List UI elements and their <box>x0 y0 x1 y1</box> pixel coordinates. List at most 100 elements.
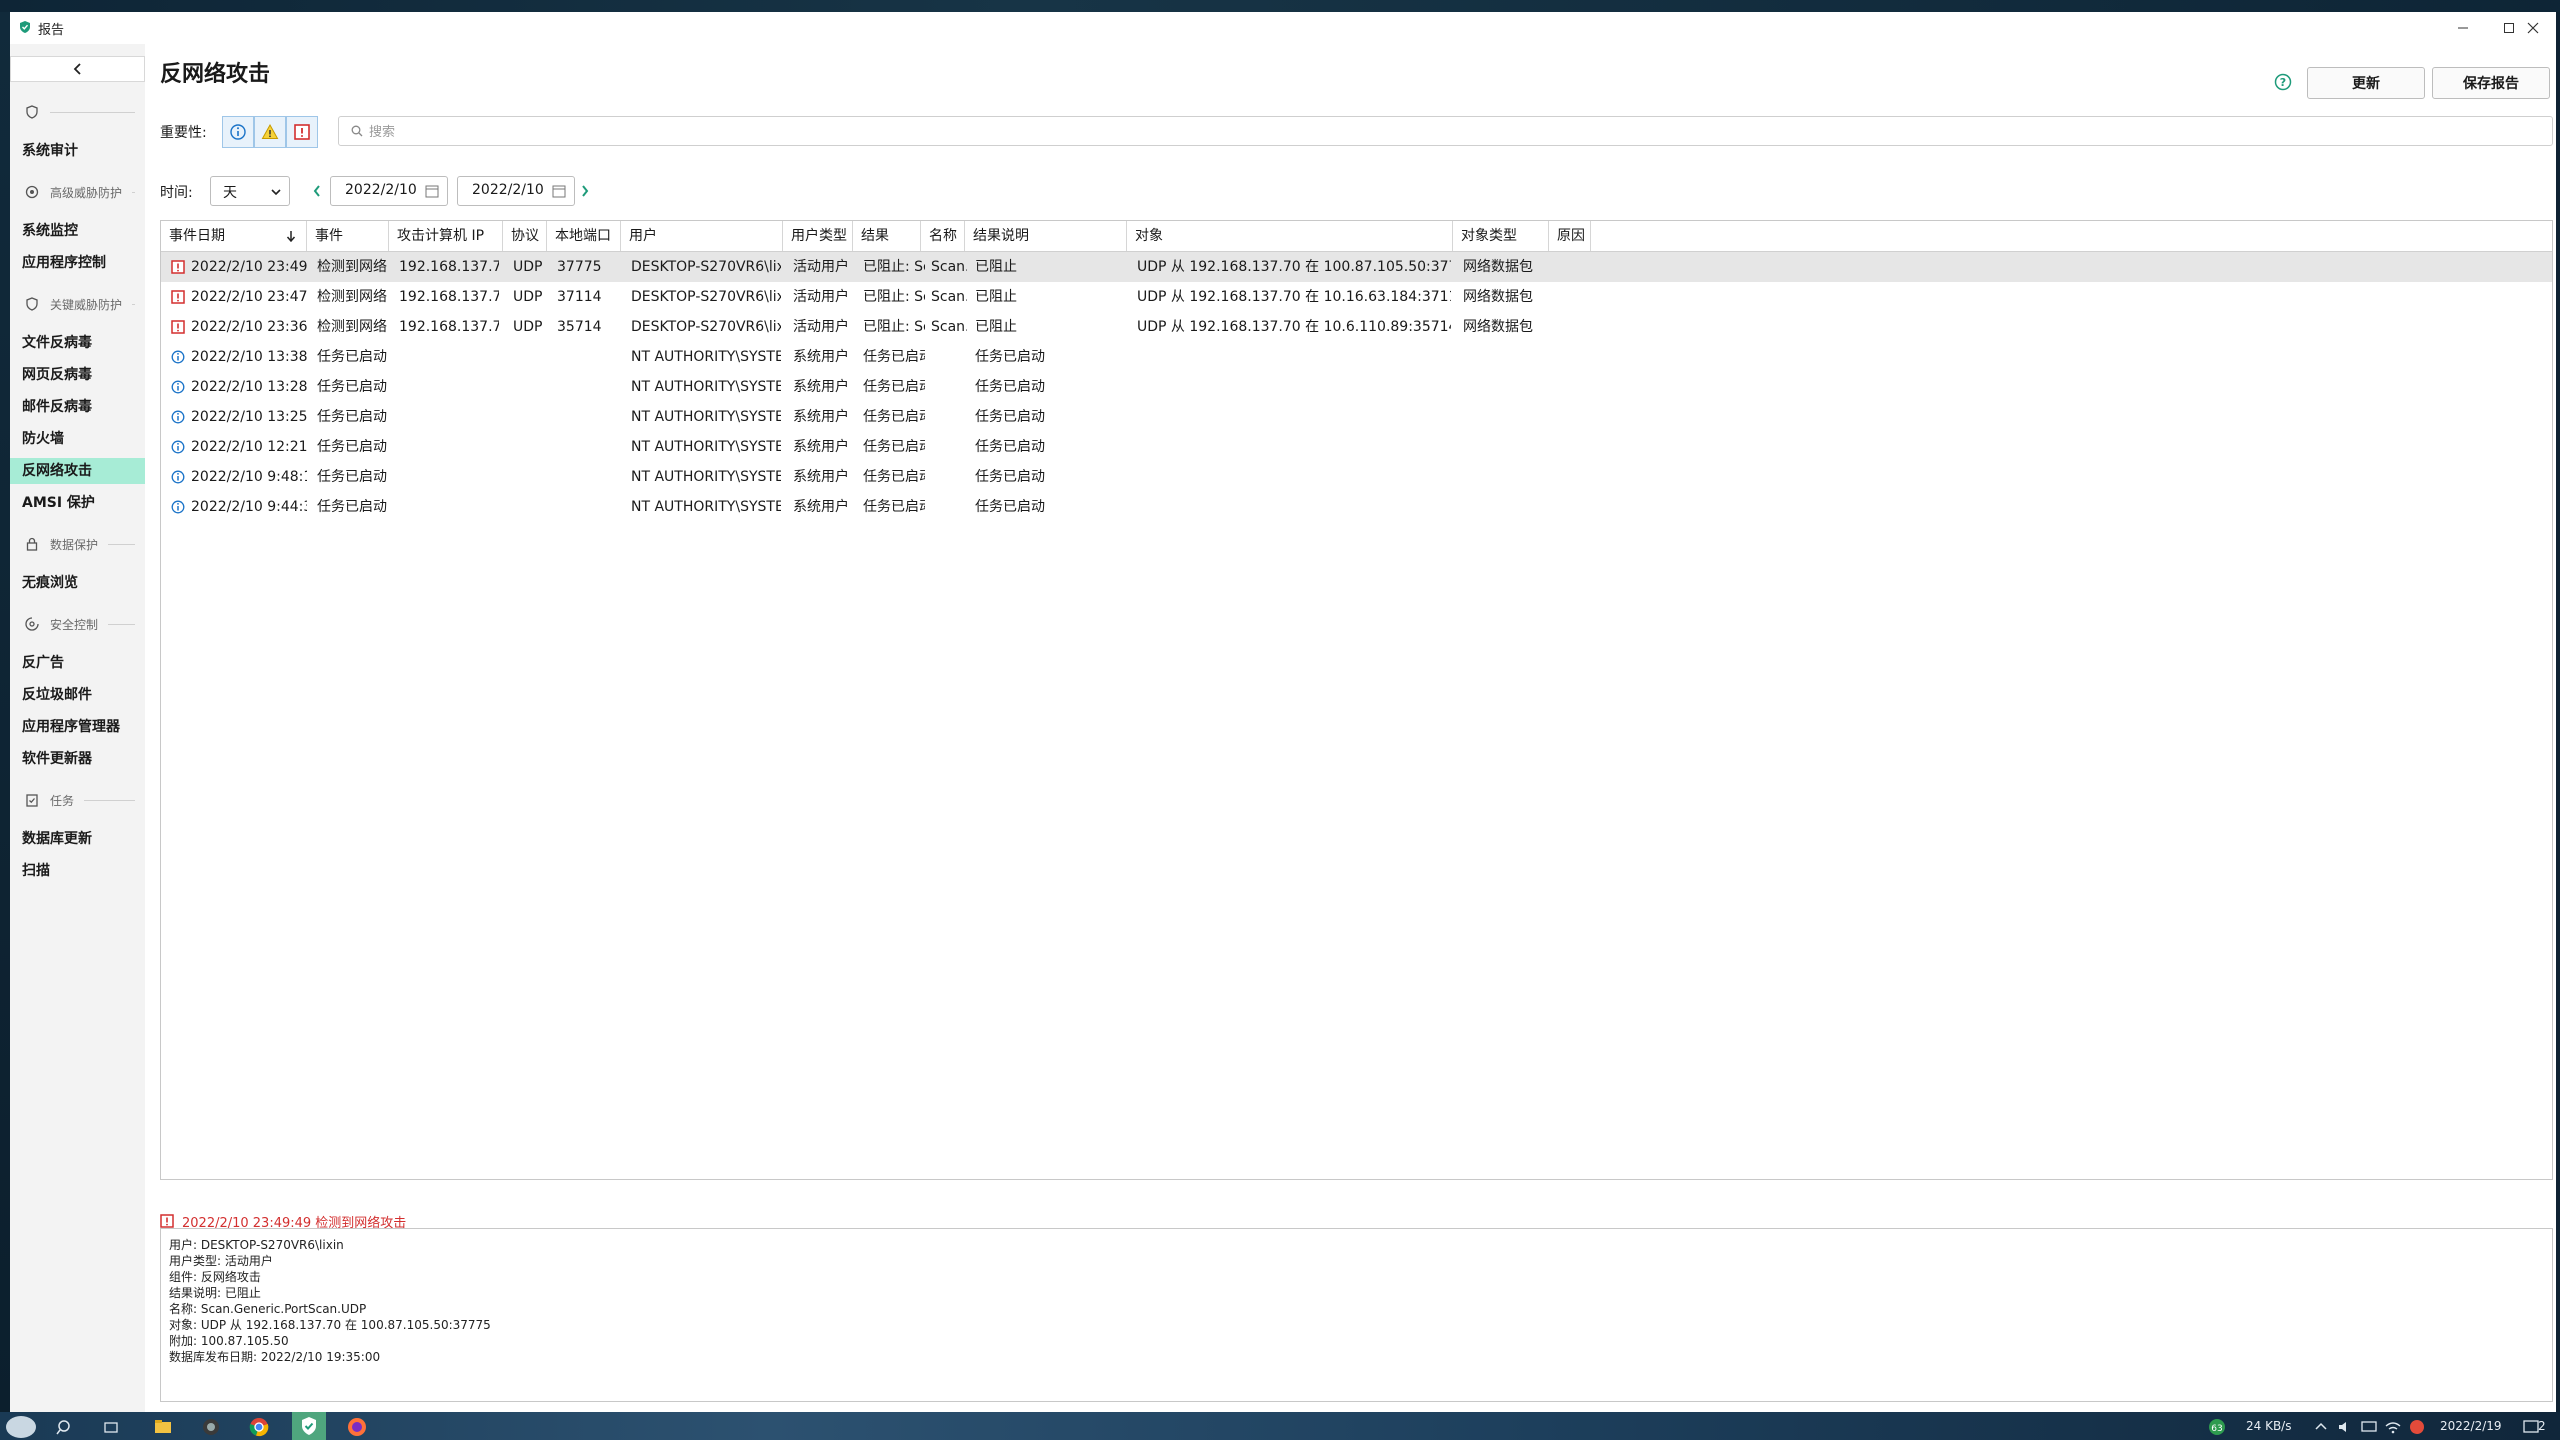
sidebar-item-file-antivirus[interactable]: 文件反病毒 <box>10 330 145 356</box>
column-header-local-port[interactable]: 本地端口 <box>547 221 621 251</box>
cell-reason <box>1559 282 1595 312</box>
chevron-up-icon[interactable] <box>2310 1416 2332 1438</box>
column-header-name[interactable]: 名称 <box>921 221 965 251</box>
close-button[interactable] <box>2510 12 2556 44</box>
sidebar-item-system-monitor[interactable]: 系统监控 <box>10 218 145 244</box>
cell-date: 2022/2/10 13:28:5 <box>191 379 307 395</box>
critical-icon <box>171 320 185 334</box>
sidebar-item-mail-antivirus[interactable]: 邮件反病毒 <box>10 394 145 420</box>
table-row[interactable]: 2022/2/10 23:36:5 检测到网络 192.168.137.70 UDP 3… <box>161 312 2552 342</box>
cell-object: UDP 从 192.168.137.70 在 10.16.63.184:3711… <box>1137 289 1451 305</box>
severity-critical-toggle[interactable] <box>286 116 318 148</box>
cell-date: 2022/2/10 23:47:3 <box>191 289 307 305</box>
column-header-result-description[interactable]: 结果说明 <box>965 221 1127 251</box>
sidebar-collapse-button[interactable] <box>10 56 145 82</box>
input-method-icon[interactable] <box>2406 1416 2428 1438</box>
date-to-picker[interactable]: 2022/2/10 <box>457 176 575 206</box>
table-row[interactable]: 2022/2/10 9:44:32 任务已启动 NT AUTHORITY\SYSTE… <box>161 492 2552 522</box>
date-from-picker[interactable]: 2022/2/10 <box>330 176 448 206</box>
column-header-user-type[interactable]: 用户类型 <box>783 221 853 251</box>
time-label: 时间: <box>160 185 193 201</box>
column-header-result[interactable]: 结果 <box>853 221 921 251</box>
minimize-button[interactable] <box>2440 12 2486 44</box>
cell-protocol: UDP <box>513 319 543 335</box>
volume-icon[interactable] <box>2334 1416 2356 1438</box>
column-header-object-type[interactable]: 对象类型 <box>1453 221 1549 251</box>
task-icon <box>26 794 38 807</box>
cell-result-description: 已阻止 <box>975 259 1017 275</box>
column-header-event[interactable]: 事件 <box>307 221 389 251</box>
sidebar-item-private-browsing[interactable]: 无痕浏览 <box>10 570 145 596</box>
column-header-date[interactable]: 事件日期 <box>161 221 307 251</box>
table-row[interactable]: 2022/2/10 12:21:4 任务已启动 NT AUTHORITY\SYSTE… <box>161 432 2552 462</box>
column-header-protocol[interactable]: 协议 <box>503 221 547 251</box>
task-view-icon[interactable] <box>100 1416 122 1438</box>
cell-attacker-ip <box>399 462 499 492</box>
network-monitor-icon[interactable]: 63 <box>2206 1416 2228 1438</box>
cell-user-type: 活动用户 <box>793 259 849 275</box>
save-report-button[interactable]: 保存报告 <box>2432 67 2550 99</box>
sidebar-item-network-attack-blocker[interactable]: 反网络攻击 <box>10 458 145 484</box>
table-row[interactable]: 2022/2/10 9:48:14 任务已启动 NT AUTHORITY\SYSTE… <box>161 462 2552 492</box>
cell-name <box>931 372 967 402</box>
sidebar-item-software-updater[interactable]: 软件更新器 <box>10 746 145 772</box>
column-header-object[interactable]: 对象 <box>1127 221 1453 251</box>
sidebar-item-app-control[interactable]: 应用程序控制 <box>10 250 145 276</box>
sidebar-item-system-audit[interactable]: 系统审计 <box>10 138 145 164</box>
cell-object-type: 网络数据包 <box>1463 289 1533 305</box>
severity-warning-toggle[interactable] <box>254 116 286 148</box>
sidebar-item-amsi[interactable]: AMSI 保护 <box>10 490 145 516</box>
table-row[interactable]: 2022/2/10 13:38:2 任务已启动 NT AUTHORITY\SYSTE… <box>161 342 2552 372</box>
cell-name <box>931 402 967 432</box>
sidebar-item-database-update[interactable]: 数据库更新 <box>10 826 145 852</box>
period-select[interactable]: 天 <box>210 176 290 206</box>
severity-info-toggle[interactable] <box>222 116 254 148</box>
sidebar-item-firewall[interactable]: 防火墙 <box>10 426 145 452</box>
cell-protocol <box>513 432 549 462</box>
sidebar-item-web-antivirus[interactable]: 网页反病毒 <box>10 362 145 388</box>
detail-line: 结果说明: 已阻止 <box>169 1286 261 1300</box>
next-period-arrow[interactable] <box>580 184 590 198</box>
column-header-attacker-ip[interactable]: 攻击计算机 IP <box>389 221 503 251</box>
column-header-user[interactable]: 用户 <box>621 221 783 251</box>
start-avatar-icon[interactable] <box>6 1416 36 1438</box>
wifi-icon[interactable] <box>2382 1416 2404 1438</box>
detail-line: 数据库发布日期: 2022/2/10 19:35:00 <box>169 1350 381 1364</box>
sidebar-item-app-manager[interactable]: 应用程序管理器 <box>10 714 145 740</box>
chrome-icon[interactable] <box>248 1416 270 1438</box>
cell-event: 任务已启动 <box>317 409 387 425</box>
sidebar-item-anti-spam[interactable]: 反垃圾邮件 <box>10 682 145 708</box>
sidebar-group-security-control: 安全控制 <box>10 606 145 642</box>
kaspersky-taskbar-button[interactable] <box>292 1412 326 1440</box>
table-row[interactable]: 2022/2/10 23:47:3 检测到网络 192.168.137.70 UDP 3… <box>161 282 2552 312</box>
cell-object-type <box>1463 402 1551 432</box>
cell-object <box>1137 432 1451 462</box>
refresh-button[interactable]: 更新 <box>2307 67 2425 99</box>
cell-reason <box>1559 342 1595 372</box>
cell-event: 任务已启动 <box>317 379 387 395</box>
sidebar-item-anti-banner[interactable]: 反广告 <box>10 650 145 676</box>
firefox-icon[interactable] <box>346 1416 368 1438</box>
search-input[interactable] <box>367 119 2471 145</box>
cell-result: 任务已启动 <box>863 499 925 515</box>
previous-period-arrow[interactable] <box>312 184 322 198</box>
info-icon <box>171 440 185 454</box>
table-row[interactable]: 2022/2/10 13:28:5 任务已启动 NT AUTHORITY\SYSTE… <box>161 372 2552 402</box>
column-header-reason[interactable]: 原因 <box>1549 221 1591 251</box>
table-row[interactable]: 2022/2/10 23:49:4 检测到网络 192.168.137.70 UDP 3… <box>161 252 2552 282</box>
search-icon[interactable] <box>54 1416 76 1438</box>
app-icon[interactable] <box>200 1416 222 1438</box>
sidebar-item-scan[interactable]: 扫描 <box>10 858 145 884</box>
table-row[interactable]: 2022/2/10 13:25:1 任务已启动 NT AUTHORITY\SYSTE… <box>161 402 2552 432</box>
cell-local-port <box>557 342 617 372</box>
display-icon[interactable] <box>2358 1416 2380 1438</box>
cell-user: DESKTOP-S270VR6\lixin <box>631 319 781 335</box>
cell-object: UDP 从 192.168.137.70 在 10.6.110.89:35714 <box>1137 319 1451 335</box>
cell-object <box>1137 492 1451 522</box>
cell-reason <box>1559 252 1595 282</box>
svg-text:63: 63 <box>2211 1424 2222 1434</box>
file-explorer-icon[interactable] <box>152 1416 174 1438</box>
cell-event: 任务已启动 <box>317 439 387 455</box>
help-icon[interactable]: ? <box>2274 73 2292 91</box>
severity-filter <box>222 116 318 148</box>
